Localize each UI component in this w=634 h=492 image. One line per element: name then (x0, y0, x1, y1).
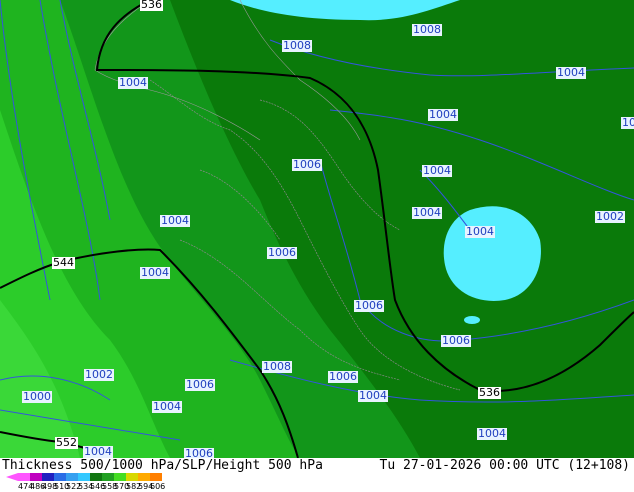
legend-swatch (114, 473, 126, 481)
legend-swatch (18, 473, 30, 481)
legend-tick-label: 498 (42, 482, 58, 491)
isobar-label: 1008 (262, 360, 292, 373)
thickness-528-area-lake (443, 206, 541, 301)
isobar-label: 1004 (556, 66, 586, 79)
legend-tick-label: 558 (102, 482, 118, 491)
isobar-label: 1006 (267, 246, 297, 259)
legend-tick-label: 474 (18, 482, 34, 491)
thickness-label-536-top: 536 (140, 0, 163, 11)
thickness-label-536-east: 536 (478, 386, 501, 399)
thickness-label-544: 544 (52, 256, 75, 269)
isobar-label: 1004 (465, 225, 495, 238)
legend-swatch (66, 473, 78, 481)
isobar-label: 1004 (477, 427, 507, 440)
valid-time: Tu 27-01-2026 00:00 UTC (12+108) (379, 458, 630, 473)
legend-tick-label: 486 (30, 482, 46, 491)
isobar-label: 1006 (185, 378, 215, 391)
legend-tick-label: 582 (126, 482, 142, 491)
legend-swatch (126, 473, 138, 481)
legend-swatch (42, 473, 54, 481)
isobar-label: 1004 (152, 400, 182, 413)
isobar-label: 1002 (84, 368, 114, 381)
legend-tick-label: 534 (78, 482, 94, 491)
isobar-label: 1002 (595, 210, 625, 223)
isobar-label: 1006 (441, 334, 471, 347)
legend-swatch (102, 473, 114, 481)
legend-swatch (138, 473, 150, 481)
legend-tick-label: 594 (138, 482, 154, 491)
isobar-label: 1006 (328, 370, 358, 383)
map-footer: Thickness 500/1000 hPa/SLP/Height 500 hP… (0, 458, 634, 492)
isobar-label: 1006 (292, 158, 322, 171)
legend-swatch (54, 473, 66, 481)
isobar-label: 1004 (412, 206, 442, 219)
isobar-label: 1004 (118, 76, 148, 89)
legend-tick-label: 522 (66, 482, 82, 491)
legend-arrow-icon (6, 473, 18, 481)
legend-tick-label: 606 (150, 482, 166, 491)
isobar-label: 1004 (140, 266, 170, 279)
isobar-label: 1000 (22, 390, 52, 403)
thickness-528-spot (464, 316, 480, 324)
isobar-label: 1008 (282, 39, 312, 52)
isobar-label: 1006 (354, 299, 384, 312)
isobar-label: 1004 (422, 164, 452, 177)
weather-map: 536 536 544 552 1008 1008 1004 1004 1004… (0, 0, 634, 458)
isobar-label: 10 (621, 117, 634, 129)
isobar-label: 1008 (412, 23, 442, 36)
legend-tick-label: 510 (54, 482, 70, 491)
isobar-label: 1004 (83, 445, 113, 458)
isobar-label: 1004 (428, 108, 458, 121)
thickness-label-552: 552 (55, 436, 78, 449)
legend-swatch (90, 473, 102, 481)
legend-tick-label: 570 (114, 482, 130, 491)
legend-swatch (30, 473, 42, 481)
isobar-label: 1004 (160, 214, 190, 227)
isobar-label: 1006 (184, 447, 214, 458)
legend-swatch (150, 473, 162, 481)
legend-swatch (78, 473, 90, 481)
map-canvas (0, 0, 634, 458)
legend-ticks: 474 486 498 510 522 534 546 558 570 582 594 606 (18, 482, 166, 492)
isobar-label: 1004 (358, 389, 388, 402)
legend-tick-label: 546 (90, 482, 106, 491)
map-title: Thickness 500/1000 hPa/SLP/Height 500 hP… (2, 458, 323, 473)
